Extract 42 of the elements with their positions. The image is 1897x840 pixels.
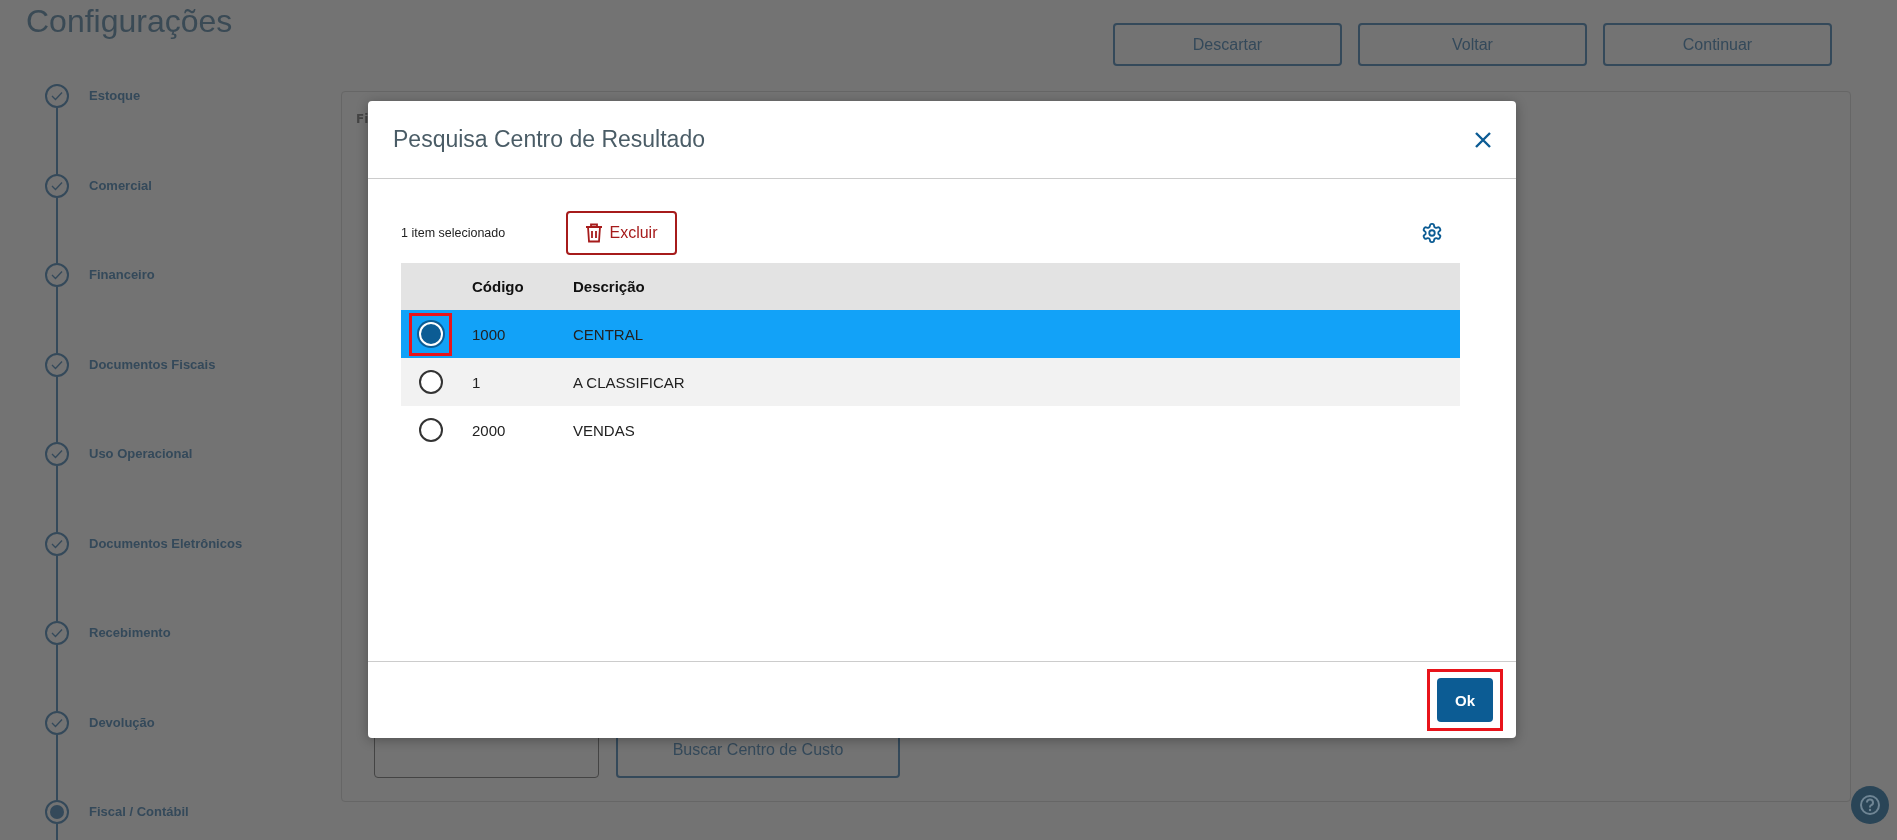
table-row[interactable]: 1000 CENTRAL xyxy=(401,310,1460,358)
step-label[interactable]: Financeiro xyxy=(89,263,155,353)
table-row[interactable]: 1 A CLASSIFICAR xyxy=(401,358,1460,406)
table-cell-text: 1 xyxy=(472,373,482,391)
step-label[interactable]: Recebimento xyxy=(89,621,171,711)
action-button[interactable]: Voltar xyxy=(1358,23,1587,66)
step-label[interactable]: Estoque xyxy=(89,84,141,174)
check-icon xyxy=(51,270,63,280)
step-label[interactable]: Comercial xyxy=(89,173,152,263)
step-label[interactable]: Uso Operacional xyxy=(89,442,193,532)
table-cell-text: 2000 xyxy=(472,421,507,439)
check-icon xyxy=(51,359,63,370)
check-icon xyxy=(51,538,63,549)
settings-button[interactable] xyxy=(1421,222,1443,244)
delete-button[interactable]: Excluir xyxy=(566,211,677,255)
ok-button[interactable]: Ok xyxy=(1437,678,1493,722)
check-icon xyxy=(51,180,63,191)
help-button[interactable] xyxy=(1851,786,1889,824)
check-icon xyxy=(51,449,63,459)
column-header: Descrição xyxy=(573,278,646,295)
radio-button[interactable] xyxy=(418,370,443,394)
step-label[interactable]: Documentos Fiscais xyxy=(89,352,216,442)
check-icon xyxy=(51,717,63,728)
action-button[interactable]: Descartar xyxy=(1113,23,1342,66)
page-title: Configurações xyxy=(26,2,233,41)
step-label[interactable]: Documentos Eletrônicos xyxy=(89,531,243,621)
selection-count: 1 item selecionado xyxy=(401,226,507,240)
step-label[interactable]: Fiscal / Contábil xyxy=(89,800,189,840)
action-button[interactable]: Continuar xyxy=(1603,23,1832,66)
table-cell-text: A CLASSIFICAR xyxy=(573,373,686,391)
table-cell-text: VENDAS xyxy=(573,421,636,439)
column-header: Código xyxy=(472,278,525,295)
table-cell-text: 1000 xyxy=(472,325,507,343)
check-icon xyxy=(51,628,63,638)
check-icon xyxy=(51,91,63,101)
radio-button[interactable] xyxy=(418,418,443,442)
table-cell-text: CENTRAL xyxy=(573,325,644,343)
close-button[interactable] xyxy=(1474,130,1492,149)
trash-icon xyxy=(585,223,604,243)
dialog-title: Pesquisa Centro de Resultado xyxy=(393,126,705,153)
step-label[interactable]: Devolução xyxy=(89,710,155,800)
help-icon xyxy=(1859,794,1881,816)
